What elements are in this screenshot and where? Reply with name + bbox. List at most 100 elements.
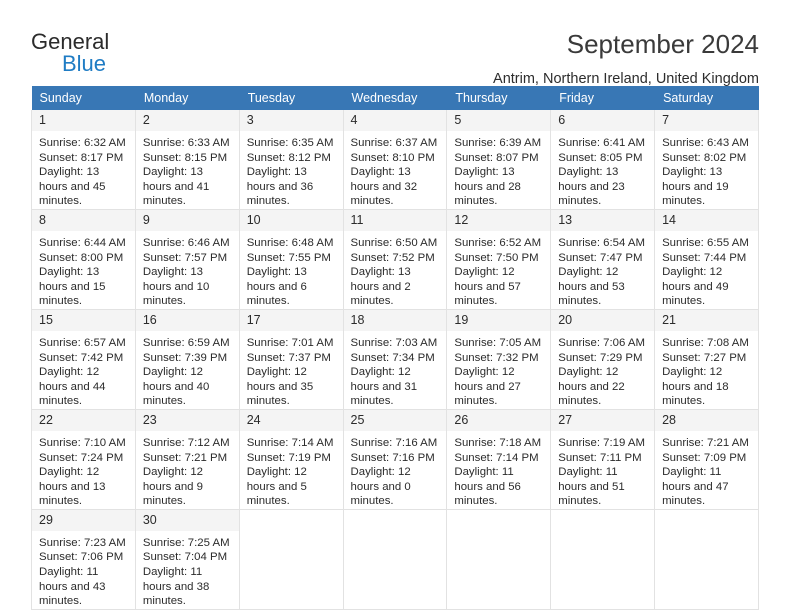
day-cell[interactable]: 14 Sunrise: 6:55 AM Sunset: 7:44 PM Dayl…: [654, 209, 759, 310]
weekday-header-tuesday: Tuesday: [239, 86, 344, 110]
day-cell[interactable]: 18 Sunrise: 7:03 AM Sunset: 7:34 PM Dayl…: [342, 309, 448, 410]
day-cell[interactable]: 6 Sunrise: 6:41 AM Sunset: 8:05 PM Dayli…: [550, 110, 656, 210]
daylight-text: Daylight: 13 hours and 19 minutes.: [662, 166, 729, 208]
sunset-text: Sunset: 7:55 PM: [246, 251, 331, 264]
day-cell[interactable]: 19 Sunrise: 7:05 AM Sunset: 7:32 PM Dayl…: [446, 309, 552, 410]
day-info: Sunrise: 6:55 AM Sunset: 7:44 PM Dayligh…: [655, 231, 758, 309]
day-info: Sunrise: 7:01 AM Sunset: 7:37 PM Dayligh…: [240, 331, 343, 409]
day-cell[interactable]: 4 Sunrise: 6:37 AM Sunset: 8:10 PM Dayli…: [342, 110, 448, 210]
daylight-text: Daylight: 12 hours and 57 minutes.: [454, 266, 521, 308]
day-cell[interactable]: 22 Sunrise: 7:10 AM Sunset: 7:24 PM Dayl…: [31, 409, 136, 510]
sunset-text: Sunset: 7:47 PM: [558, 251, 643, 264]
day-cell[interactable]: 10 Sunrise: 6:48 AM Sunset: 7:55 PM Dayl…: [238, 209, 344, 310]
daylight-text: Daylight: 11 hours and 47 minutes.: [662, 466, 729, 508]
day-number: [239, 509, 343, 531]
daylight-text: Daylight: 13 hours and 23 minutes.: [558, 166, 625, 208]
page-header: General Blue September 2024 Antrim, Nort…: [0, 0, 792, 87]
sunset-text: Sunset: 8:07 PM: [454, 151, 539, 164]
day-cell[interactable]: 30 Sunrise: 7:25 AM Sunset: 7:04 PM Dayl…: [134, 509, 240, 610]
day-cell[interactable]: 2 Sunrise: 6:33 AM Sunset: 8:15 PM Dayli…: [134, 110, 240, 210]
day-number: [551, 509, 655, 531]
day-cell[interactable]: 15 Sunrise: 6:57 AM Sunset: 7:42 PM Dayl…: [31, 309, 136, 410]
general-blue-logo[interactable]: General Blue: [31, 28, 151, 78]
day-cell[interactable]: 9 Sunrise: 6:46 AM Sunset: 7:57 PM Dayli…: [134, 209, 240, 310]
day-cell[interactable]: 28 Sunrise: 7:21 AM Sunset: 7:09 PM Dayl…: [654, 409, 759, 510]
sunset-text: Sunset: 7:32 PM: [454, 351, 539, 364]
day-cell[interactable]: 26 Sunrise: 7:18 AM Sunset: 7:14 PM Dayl…: [446, 409, 552, 510]
daylight-text: Daylight: 12 hours and 13 minutes.: [39, 466, 106, 508]
day-info: Sunrise: 7:03 AM Sunset: 7:34 PM Dayligh…: [344, 331, 447, 409]
calendar-week-row: 15 Sunrise: 6:57 AM Sunset: 7:42 PM Dayl…: [31, 309, 759, 410]
day-number: [655, 509, 758, 531]
page-location: Antrim, Northern Ireland, United Kingdom: [493, 71, 759, 87]
day-cell[interactable]: 3 Sunrise: 6:35 AM Sunset: 8:12 PM Dayli…: [238, 110, 344, 210]
sunrise-text: Sunrise: 6:39 AM: [454, 137, 542, 149]
sunset-text: Sunset: 8:00 PM: [39, 251, 124, 264]
day-cell[interactable]: 21 Sunrise: 7:08 AM Sunset: 7:27 PM Dayl…: [654, 309, 759, 410]
sunrise-text: Sunrise: 6:37 AM: [350, 137, 438, 149]
sunrise-text: Sunrise: 7:12 AM: [142, 436, 230, 449]
sunrise-text: Sunrise: 6:54 AM: [558, 236, 645, 249]
sunrise-text: Sunrise: 6:44 AM: [39, 236, 126, 249]
day-number: 19: [447, 309, 551, 331]
sunset-text: Sunset: 7:52 PM: [350, 251, 435, 264]
weekday-header-monday: Monday: [135, 86, 240, 110]
sunrise-text: Sunrise: 7:08 AM: [662, 336, 749, 349]
day-info: Sunrise: 6:57 AM Sunset: 7:42 PM Dayligh…: [32, 331, 135, 409]
day-number: 17: [239, 309, 343, 331]
day-cell[interactable]: 5 Sunrise: 6:39 AM Sunset: 8:07 PM Dayli…: [446, 110, 552, 210]
day-cell[interactable]: 27 Sunrise: 7:19 AM Sunset: 7:11 PM Dayl…: [550, 409, 656, 510]
daylight-text: Daylight: 11 hours and 38 minutes.: [142, 566, 210, 608]
sunrise-text: Sunrise: 7:14 AM: [246, 436, 334, 449]
calendar-body: 1 Sunrise: 6:32 AM Sunset: 8:17 PM Dayli…: [31, 110, 759, 610]
daylight-text: Daylight: 12 hours and 49 minutes.: [662, 266, 729, 308]
day-info: Sunrise: 6:54 AM Sunset: 7:47 PM Dayligh…: [551, 231, 654, 309]
day-number: 6: [551, 110, 655, 131]
day-cell-empty: [550, 509, 656, 610]
day-cell[interactable]: 23 Sunrise: 7:12 AM Sunset: 7:21 PM Dayl…: [134, 409, 240, 510]
sunset-text: Sunset: 7:09 PM: [662, 451, 747, 464]
day-cell[interactable]: 29 Sunrise: 7:23 AM Sunset: 7:06 PM Dayl…: [31, 509, 136, 610]
day-number: [343, 509, 447, 531]
day-cell[interactable]: 8 Sunrise: 6:44 AM Sunset: 8:00 PM Dayli…: [31, 209, 136, 310]
day-cell[interactable]: 24 Sunrise: 7:14 AM Sunset: 7:19 PM Dayl…: [238, 409, 344, 510]
daylight-text: Daylight: 13 hours and 41 minutes.: [142, 166, 210, 208]
day-cell[interactable]: 25 Sunrise: 7:16 AM Sunset: 7:16 PM Dayl…: [342, 409, 448, 510]
day-cell[interactable]: 20 Sunrise: 7:06 AM Sunset: 7:29 PM Dayl…: [550, 309, 656, 410]
day-number: 15: [32, 309, 135, 331]
title-block: September 2024 Antrim, Northern Ireland,…: [493, 28, 759, 89]
daylight-text: Daylight: 11 hours and 56 minutes.: [454, 466, 521, 508]
day-number: 18: [343, 309, 447, 331]
day-info: Sunrise: 6:46 AM Sunset: 7:57 PM Dayligh…: [136, 231, 239, 309]
sunrise-text: Sunrise: 6:52 AM: [454, 236, 542, 249]
sunrise-text: Sunrise: 6:35 AM: [246, 137, 334, 149]
calendar-page: General Blue September 2024 Antrim, Nort…: [0, 0, 792, 612]
day-cell-empty: [238, 509, 344, 610]
day-cell[interactable]: 16 Sunrise: 6:59 AM Sunset: 7:39 PM Dayl…: [134, 309, 240, 410]
daylight-text: Daylight: 12 hours and 35 minutes.: [246, 366, 314, 408]
weekday-header-row: Sunday Monday Tuesday Wednesday Thursday…: [31, 86, 759, 110]
logo-text-blue: Blue: [62, 51, 107, 76]
day-info: Sunrise: 6:35 AM Sunset: 8:12 PM Dayligh…: [240, 131, 343, 209]
day-cell-empty: [446, 509, 552, 610]
day-number: 4: [343, 110, 447, 131]
daylight-text: Daylight: 12 hours and 9 minutes.: [142, 466, 204, 508]
day-info: Sunrise: 7:18 AM Sunset: 7:14 PM Dayligh…: [447, 431, 550, 509]
day-info: Sunrise: 7:21 AM Sunset: 7:09 PM Dayligh…: [655, 431, 758, 509]
day-cell[interactable]: 12 Sunrise: 6:52 AM Sunset: 7:50 PM Dayl…: [446, 209, 552, 310]
day-cell[interactable]: 7 Sunrise: 6:43 AM Sunset: 8:02 PM Dayli…: [654, 110, 759, 210]
day-info: Sunrise: 7:05 AM Sunset: 7:32 PM Dayligh…: [447, 331, 550, 409]
sunset-text: Sunset: 7:27 PM: [662, 351, 747, 364]
sunset-text: Sunset: 8:12 PM: [246, 151, 331, 164]
day-cell-empty: [654, 509, 759, 610]
day-cell[interactable]: 17 Sunrise: 7:01 AM Sunset: 7:37 PM Dayl…: [238, 309, 344, 410]
day-cell[interactable]: 11 Sunrise: 6:50 AM Sunset: 7:52 PM Dayl…: [342, 209, 448, 310]
sunset-text: Sunset: 8:05 PM: [558, 151, 643, 164]
daylight-text: Daylight: 13 hours and 45 minutes.: [39, 166, 106, 208]
sunset-text: Sunset: 7:19 PM: [246, 451, 331, 464]
sunrise-text: Sunrise: 7:23 AM: [39, 536, 126, 549]
day-cell[interactable]: 1 Sunrise: 6:32 AM Sunset: 8:17 PM Dayli…: [31, 110, 136, 210]
day-number: 9: [135, 209, 239, 231]
day-cell[interactable]: 13 Sunrise: 6:54 AM Sunset: 7:47 PM Dayl…: [550, 209, 656, 310]
day-info: Sunrise: 6:41 AM Sunset: 8:05 PM Dayligh…: [551, 131, 654, 209]
